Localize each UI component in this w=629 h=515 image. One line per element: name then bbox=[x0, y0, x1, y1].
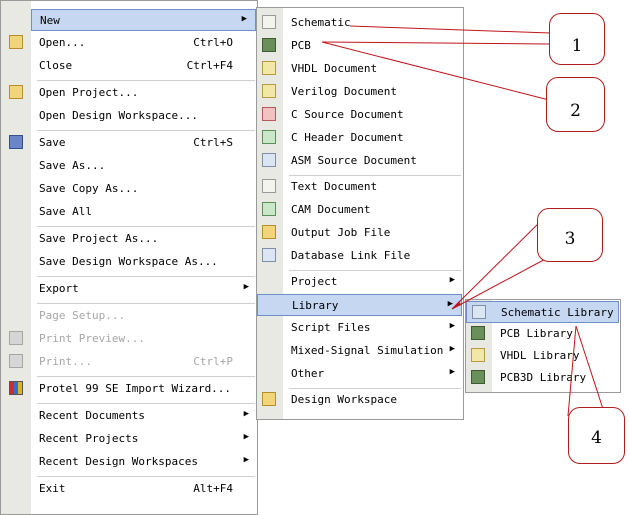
leader-line-4b bbox=[575, 325, 604, 410]
leader-arrowhead-3 bbox=[452, 301, 461, 309]
callout-2: 2 bbox=[546, 77, 605, 132]
callout-1: 1 bbox=[549, 13, 605, 65]
callout-4-number: 4 bbox=[591, 428, 602, 448]
leader-line-3a bbox=[451, 211, 551, 310]
leader-line-4a bbox=[567, 325, 577, 417]
callout-leader-lines bbox=[321, 25, 604, 417]
callout-3: 3 bbox=[537, 208, 603, 262]
leader-line-1 bbox=[349, 25, 551, 34]
leader-line-3b bbox=[451, 255, 552, 310]
callout-3-number: 3 bbox=[564, 229, 576, 249]
callout-4: 4 bbox=[568, 407, 625, 464]
leader-line-2a bbox=[321, 41, 550, 45]
leader-line-2b bbox=[321, 41, 550, 101]
callout-1-number: 1 bbox=[571, 36, 583, 56]
callout-2-number: 2 bbox=[570, 101, 581, 121]
